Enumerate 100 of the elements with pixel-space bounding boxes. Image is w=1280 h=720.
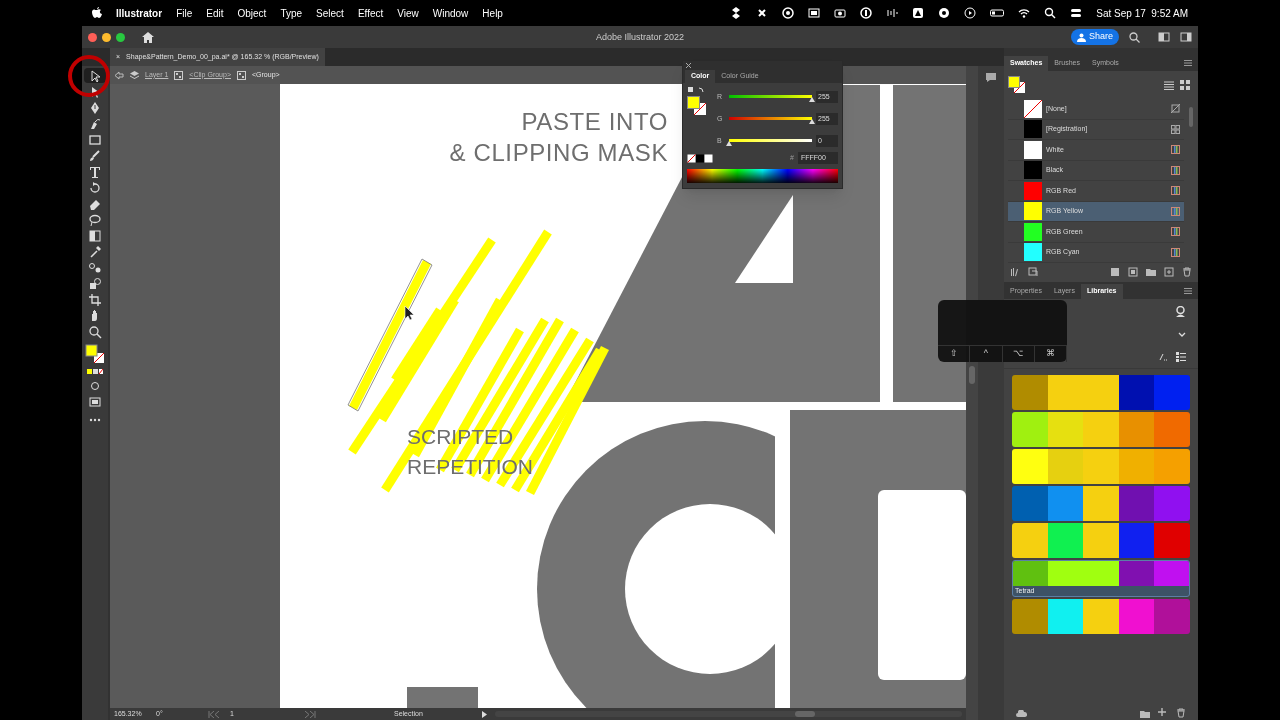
library-icon[interactable] bbox=[1010, 267, 1020, 277]
scroll-thumb[interactable] bbox=[1189, 107, 1193, 127]
color-theme[interactable] bbox=[1012, 412, 1190, 447]
lasso-icon[interactable] bbox=[88, 212, 102, 227]
folder-icon[interactable] bbox=[1140, 708, 1150, 718]
default-colors-icon[interactable] bbox=[687, 87, 707, 94]
color-slider[interactable] bbox=[729, 137, 812, 145]
wifi-icon[interactable] bbox=[1018, 7, 1031, 19]
menu-item[interactable]: Help bbox=[482, 5, 503, 21]
rgb-mode-icon bbox=[1171, 186, 1180, 196]
modifier-key[interactable]: ⌥ bbox=[1002, 346, 1035, 362]
artboard-heading: PASTE INTO bbox=[520, 107, 668, 137]
user-icon[interactable] bbox=[1175, 305, 1186, 317]
screen-mode-icon[interactable] bbox=[89, 397, 101, 407]
type-icon[interactable] bbox=[88, 164, 102, 179]
signal-icon[interactable] bbox=[886, 7, 899, 19]
menu-item[interactable]: File bbox=[176, 5, 193, 21]
color-modes-icon[interactable] bbox=[86, 368, 104, 375]
color-spectrum[interactable] bbox=[687, 169, 838, 183]
fill-stroke-icon[interactable] bbox=[687, 96, 707, 116]
folder-icon[interactable] bbox=[1146, 267, 1156, 277]
horizontal-scrollbar[interactable] bbox=[495, 711, 962, 717]
menu-item[interactable]: Window bbox=[432, 5, 469, 21]
gradient-icon[interactable] bbox=[88, 228, 102, 243]
registration-icon bbox=[1171, 124, 1180, 134]
color-theme[interactable] bbox=[1012, 375, 1190, 410]
cross-icon[interactable] bbox=[756, 7, 769, 19]
modifier-key[interactable]: ⌘ bbox=[1034, 346, 1067, 362]
scroll-thumb[interactable] bbox=[795, 711, 815, 717]
play-icon[interactable] bbox=[482, 710, 487, 718]
menu-item[interactable]: Object bbox=[237, 5, 267, 21]
menu-icon[interactable] bbox=[1184, 60, 1192, 66]
close-icon[interactable] bbox=[686, 62, 691, 68]
filter-icon[interactable] bbox=[1159, 352, 1168, 361]
crop-icon[interactable] bbox=[88, 292, 102, 307]
chevron-down-icon[interactable] bbox=[1178, 331, 1186, 337]
color-theme[interactable] bbox=[1012, 523, 1190, 558]
menu-item[interactable]: Select bbox=[316, 5, 344, 21]
rgb-mode-icon bbox=[1171, 145, 1180, 155]
pen-icon[interactable] bbox=[88, 100, 102, 115]
window-icon[interactable] bbox=[808, 7, 821, 19]
rotate-icon[interactable] bbox=[88, 180, 102, 195]
color-theme[interactable] bbox=[1012, 599, 1190, 634]
clock-text[interactable]: Sat Sep 17 9:52 AM bbox=[1096, 5, 1188, 21]
blend-icon[interactable] bbox=[88, 260, 102, 275]
home-icon[interactable] bbox=[142, 31, 154, 43]
search-icon[interactable] bbox=[1044, 7, 1057, 19]
list-view-icon[interactable] bbox=[1164, 80, 1174, 90]
scroll-thumb[interactable] bbox=[969, 366, 975, 384]
color-group-icon[interactable] bbox=[1110, 267, 1120, 277]
swatch-kind-icon[interactable] bbox=[1028, 267, 1038, 277]
color-theme[interactable] bbox=[1012, 486, 1190, 521]
rectangle-icon[interactable] bbox=[88, 132, 102, 147]
modifier-key[interactable]: ^ bbox=[970, 346, 1003, 362]
brush-icon[interactable] bbox=[88, 148, 102, 163]
letter-shape bbox=[407, 687, 478, 708]
zoom-window-button[interactable] bbox=[116, 32, 125, 42]
menu-item[interactable]: Effect bbox=[357, 5, 384, 21]
rgb-mode-icon bbox=[1171, 247, 1180, 257]
trash-icon[interactable] bbox=[1182, 267, 1192, 277]
circle-icon[interactable] bbox=[860, 7, 873, 19]
draw-mode-icon[interactable] bbox=[89, 381, 101, 391]
close-window-button[interactable] bbox=[88, 32, 97, 42]
arrange-icon[interactable] bbox=[1158, 32, 1170, 42]
panel-icon[interactable] bbox=[1180, 32, 1192, 42]
selection-arrow-icon[interactable] bbox=[88, 68, 102, 83]
trash-icon[interactable] bbox=[1176, 708, 1186, 718]
control-center-icon[interactable] bbox=[1070, 7, 1083, 19]
zoom-icon[interactable] bbox=[88, 324, 102, 339]
shapes-icon[interactable] bbox=[88, 276, 102, 291]
apple-icon[interactable] bbox=[92, 7, 102, 19]
fill-stroke-icon[interactable] bbox=[85, 344, 105, 364]
color-theme[interactable] bbox=[1012, 449, 1190, 484]
eyedropper-icon[interactable] bbox=[88, 244, 102, 259]
more-tools-icon[interactable] bbox=[89, 418, 101, 422]
back-arrow-icon[interactable] bbox=[114, 70, 124, 80]
menu-icon[interactable] bbox=[1184, 288, 1192, 294]
rgb-mode-icon bbox=[1171, 206, 1180, 216]
artboard-heading: & CLIPPING MASK bbox=[449, 138, 668, 168]
modifier-key[interactable]: ⇧ bbox=[938, 346, 971, 362]
new-swatch-icon[interactable] bbox=[1164, 267, 1174, 277]
menu-item[interactable]: View bbox=[397, 5, 419, 21]
play-icon[interactable] bbox=[964, 7, 977, 19]
chat-icon[interactable] bbox=[985, 72, 997, 83]
minimize-window-button[interactable] bbox=[102, 32, 111, 42]
pen-curve-icon[interactable] bbox=[88, 116, 102, 131]
list-view-icon[interactable] bbox=[1176, 351, 1186, 362]
menu-item[interactable]: Edit bbox=[206, 5, 224, 21]
battery-icon[interactable] bbox=[990, 7, 1005, 19]
swatch-options-icon[interactable] bbox=[1128, 267, 1138, 277]
quick-colors-icon[interactable] bbox=[687, 153, 713, 163]
menu-item[interactable]: Type bbox=[280, 5, 303, 21]
app-menu[interactable]: Illustrator bbox=[116, 5, 163, 21]
fill-stroke-icon[interactable] bbox=[1008, 76, 1026, 94]
add-icon[interactable] bbox=[1158, 708, 1168, 718]
triangle-icon[interactable] bbox=[912, 7, 925, 19]
search-icon[interactable] bbox=[1129, 31, 1140, 43]
grid-view-icon[interactable] bbox=[1180, 80, 1190, 90]
camera-icon[interactable] bbox=[834, 7, 847, 19]
share-button[interactable]: Share bbox=[1070, 29, 1119, 45]
